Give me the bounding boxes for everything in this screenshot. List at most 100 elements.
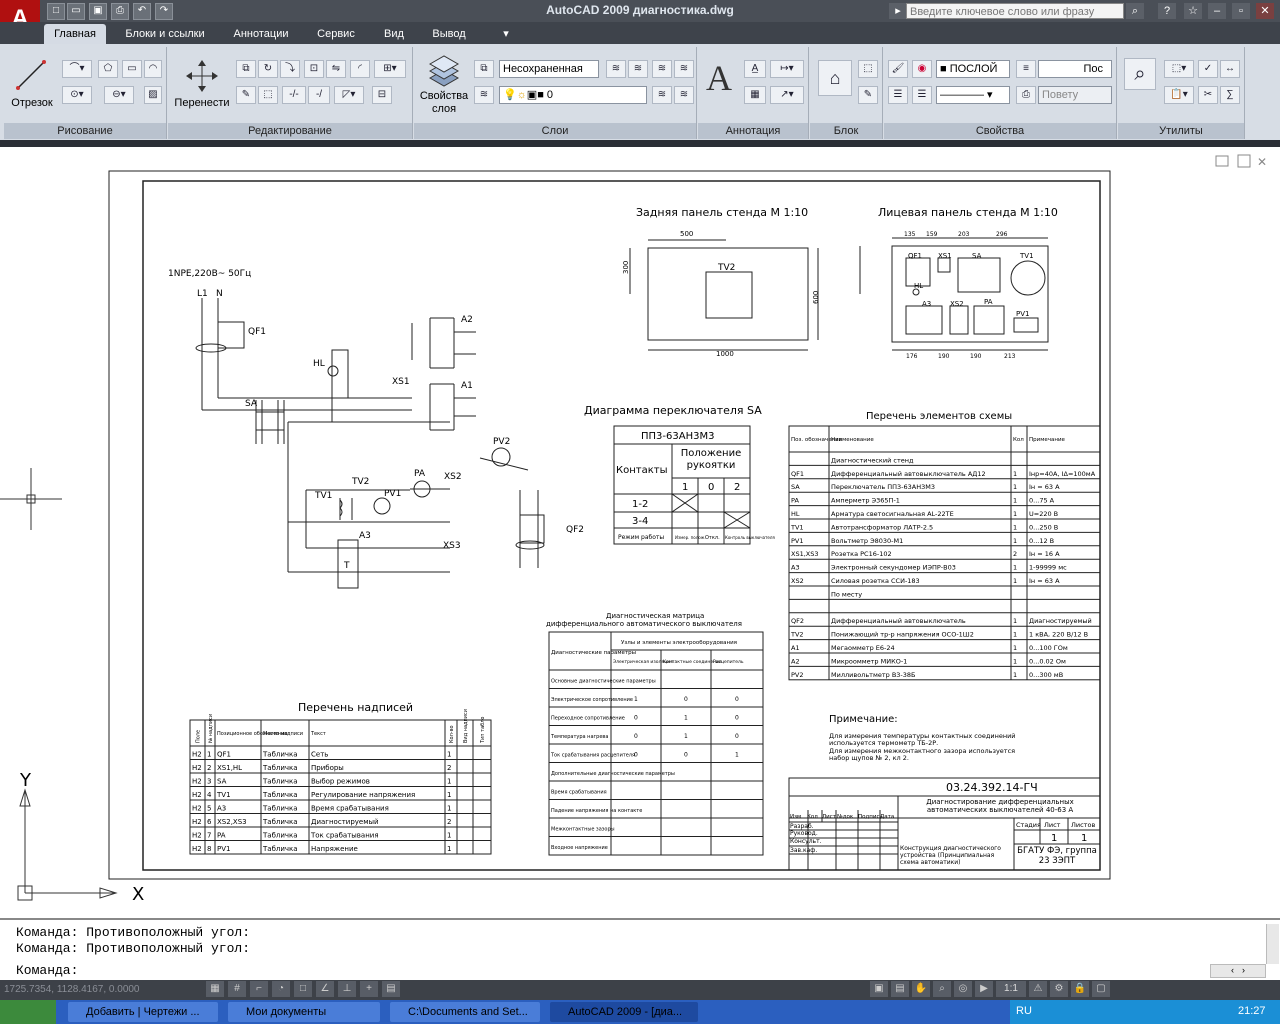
select-icon[interactable]: ⬚▾ xyxy=(1164,60,1194,78)
ellipse-icon[interactable]: ⊖▾ xyxy=(104,86,134,104)
layer-state-select[interactable]: Несохраненная xyxy=(499,60,599,78)
array-icon[interactable]: ⊞▾ xyxy=(374,60,406,78)
linetype-icon[interactable]: ☰ xyxy=(912,86,932,104)
layer-isolate-icon[interactable]: ≋ xyxy=(628,60,648,78)
layer-freeze-icon[interactable]: ≋ xyxy=(674,60,694,78)
workspace-icon[interactable]: ⚙ xyxy=(1050,981,1068,997)
break-icon[interactable]: -/- xyxy=(282,86,306,104)
layer-unlock-icon[interactable]: ≋ xyxy=(674,86,694,104)
snap-icon[interactable]: ▦ xyxy=(206,981,224,997)
dimension-icon[interactable]: ↦▾ xyxy=(770,60,804,78)
lineweight-toggle-icon[interactable]: ▤ xyxy=(382,981,400,997)
lock-ui-icon[interactable]: 🔒 xyxy=(1071,981,1089,997)
move-icon[interactable] xyxy=(182,58,222,94)
viewport-controls[interactable]: ✕ xyxy=(1215,154,1267,169)
zoom-status-icon[interactable]: ⌕ xyxy=(933,981,951,997)
lineweight-icon[interactable]: ≡ xyxy=(1016,60,1036,78)
stretch-icon[interactable]: ⬚ xyxy=(258,86,278,104)
tab-tools[interactable]: Сервис xyxy=(306,24,366,44)
layer-properties-label[interactable]: Свойства слоя xyxy=(416,90,472,116)
plot-style-select[interactable]: Повету xyxy=(1038,86,1112,104)
text-icon[interactable]: A xyxy=(706,58,738,98)
erase-icon[interactable]: ✎ xyxy=(236,86,256,104)
tab-view[interactable]: Вид xyxy=(374,24,414,44)
color-select[interactable]: ■ ПОСЛОЙ xyxy=(936,60,1010,78)
cut-icon[interactable]: ✂ xyxy=(1198,86,1218,104)
layer-walk-icon[interactable]: ≋ xyxy=(474,86,494,104)
otrack-icon[interactable]: ∠ xyxy=(316,981,334,997)
ribbon-options-icon[interactable]: ▾ xyxy=(496,24,516,44)
zoom-icon[interactable]: ⌕ xyxy=(1124,58,1156,90)
tab-annotate[interactable]: Аннотации xyxy=(224,24,298,44)
command-prompt[interactable]: Команда: xyxy=(16,963,78,979)
help-icon[interactable]: ? xyxy=(1158,3,1176,19)
tab-home[interactable]: Главная xyxy=(44,24,106,44)
maximize-button[interactable]: ▫ xyxy=(1232,3,1250,19)
drawing-canvas[interactable]: ✕ Y X 1NPE,220В~ 50Гц L1 N QF1 HL XS1 A2… xyxy=(0,147,1280,918)
plot-style-icon[interactable]: ⎙ xyxy=(1016,86,1036,104)
search-icon[interactable]: ⌕ xyxy=(1126,3,1144,19)
linetype-select[interactable]: ———— ▾ xyxy=(936,86,1010,104)
steering-wheel-icon[interactable]: ◎ xyxy=(954,981,972,997)
polar-icon[interactable]: ◔ xyxy=(272,981,290,997)
list-icon[interactable]: ☰ xyxy=(888,86,908,104)
ducs-icon[interactable]: ⊥ xyxy=(338,981,356,997)
close-button[interactable]: ✕ xyxy=(1256,3,1274,19)
rotate-icon[interactable]: ↻ xyxy=(258,60,278,78)
lineweight-select[interactable]: Пос xyxy=(1038,60,1112,78)
scale-icon[interactable]: ⊡ xyxy=(304,60,324,78)
dyn-icon[interactable]: + xyxy=(360,981,378,997)
showmotion-icon[interactable]: ▶ xyxy=(975,981,993,997)
insert-block-icon[interactable]: ⌂ xyxy=(818,60,852,96)
ortho-icon[interactable]: ⌐ xyxy=(250,981,268,997)
osnap-icon[interactable]: □ xyxy=(294,981,312,997)
coordinates-readout[interactable]: 1725.7354, 1128.4167, 0.0000 xyxy=(4,984,140,995)
annotation-scale[interactable]: 1:1 xyxy=(996,981,1026,997)
taskbar-item-autocad[interactable]: AutoCAD 2009 - [диа... xyxy=(550,1002,698,1022)
line-icon[interactable] xyxy=(10,58,52,94)
line-button-label[interactable]: Отрезок xyxy=(6,97,58,109)
search-input[interactable]: Введите ключевое слово или фразу xyxy=(906,3,1124,19)
annotation-visibility-icon[interactable]: ⚠ xyxy=(1029,981,1047,997)
match-properties-icon[interactable]: 🖌 xyxy=(888,60,908,78)
command-scrollbar[interactable] xyxy=(1266,924,1279,964)
polygon-icon[interactable]: ⬠ xyxy=(98,60,118,78)
layout-icon[interactable]: ▤ xyxy=(891,981,909,997)
clean-screen-icon[interactable]: ▢ xyxy=(1092,981,1110,997)
table-icon[interactable]: ▦ xyxy=(744,86,766,104)
fillet-icon[interactable]: ◜ xyxy=(350,60,370,78)
rectangle-icon[interactable]: ▭ xyxy=(122,60,142,78)
calc-icon[interactable]: ∑ xyxy=(1220,86,1240,104)
layer-select[interactable]: 💡☼▣■ 0 xyxy=(499,86,647,104)
minimize-button[interactable]: – xyxy=(1208,3,1226,19)
layer-match-icon[interactable]: ≋ xyxy=(606,60,626,78)
layer-properties-icon[interactable] xyxy=(424,54,464,88)
paste-icon[interactable]: 📋▾ xyxy=(1164,86,1194,104)
grid-icon[interactable]: # xyxy=(228,981,246,997)
polyline-icon[interactable]: ⌒▾ xyxy=(62,60,92,78)
expand-icon[interactable]: ▸ xyxy=(889,3,907,19)
trim-icon[interactable]: ⤵ xyxy=(280,60,300,78)
create-block-icon[interactable]: ⬚ xyxy=(858,60,878,78)
chamfer-icon[interactable]: ◸▾ xyxy=(334,86,364,104)
move-button-label[interactable]: Перенести xyxy=(172,97,232,109)
language-indicator[interactable]: RU xyxy=(1016,1005,1032,1017)
start-button[interactable] xyxy=(0,1000,56,1024)
mtext-icon[interactable]: A̲ xyxy=(744,60,766,78)
star-icon[interactable]: ☆ xyxy=(1184,3,1202,19)
tab-output[interactable]: Вывод xyxy=(422,24,476,44)
leader-icon[interactable]: ↗▾ xyxy=(770,86,804,104)
mirror-icon[interactable]: ⇋ xyxy=(326,60,346,78)
horizontal-scroll-icon[interactable]: ‹ › xyxy=(1210,964,1266,978)
layer-previous-icon[interactable]: ≋ xyxy=(652,86,672,104)
pan-icon[interactable]: ✋ xyxy=(912,981,930,997)
taskbar-item-documents[interactable]: Мои документы xyxy=(228,1002,380,1022)
circle-icon[interactable]: ⊙▾ xyxy=(62,86,92,104)
quick-select-icon[interactable]: ✓ xyxy=(1198,60,1218,78)
copy-icon[interactable]: ⧉ xyxy=(236,60,256,78)
arc-icon[interactable]: ◠ xyxy=(144,60,162,78)
layer-off-icon[interactable]: ≋ xyxy=(652,60,672,78)
model-icon[interactable]: ▣ xyxy=(870,981,888,997)
distance-icon[interactable]: ↔ xyxy=(1220,60,1240,78)
extend-icon[interactable]: -/ xyxy=(308,86,330,104)
